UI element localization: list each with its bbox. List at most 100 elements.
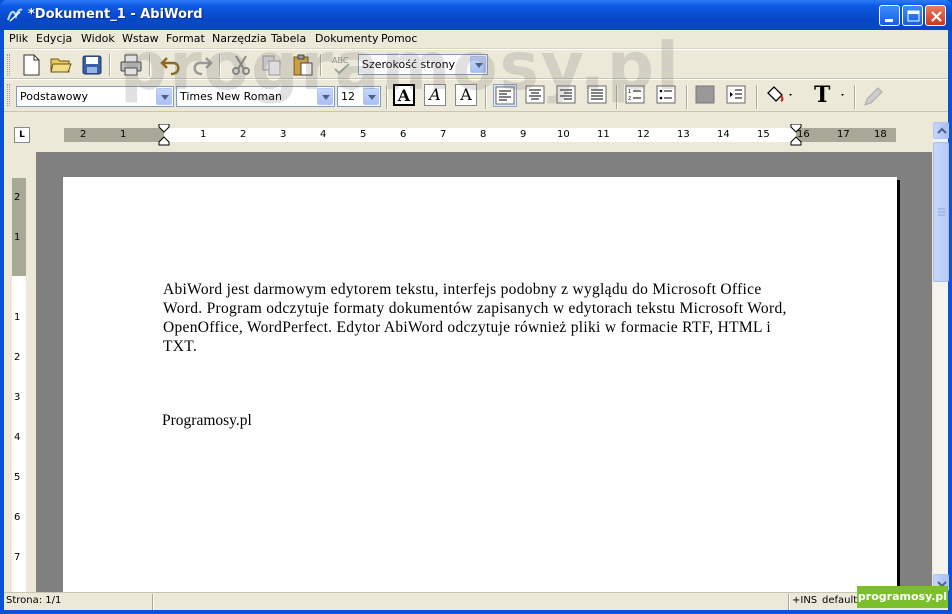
numbered-list-button[interactable]: 12 [624,84,648,107]
client-area: Plik Edycja Widok Wstaw Format Narzędzia… [4,30,949,610]
document-page[interactable]: AbiWord jest darmowym edytorem tekstu, i… [63,177,897,592]
save-icon[interactable] [80,53,104,77]
chevron-down-icon[interactable] [470,56,486,73]
ruler-number: 5 [360,129,367,140]
ruler-number: 2 [240,129,247,140]
italic-button[interactable]: A [424,84,446,106]
ruler-number: 6 [14,512,21,523]
ruler-number: 14 [717,129,730,140]
right-indent-marker[interactable] [789,124,803,146]
align-center-button[interactable] [524,84,548,107]
toolbar-separator [485,85,487,109]
align-justify-icon [587,85,607,104]
align-right-icon [556,85,576,104]
new-document-icon[interactable] [19,53,43,77]
close-icon [931,11,942,22]
ruler-number: 4 [320,129,327,140]
document-canvas[interactable]: AbiWord jest darmowym edytorem tekstu, i… [36,152,932,592]
font-size-select[interactable]: 12 [337,86,381,107]
scroll-up-button[interactable] [933,122,949,139]
svg-text:1: 1 [628,89,631,95]
left-indent-marker[interactable] [157,124,171,146]
undo-icon[interactable] [159,53,183,77]
menu-plik[interactable]: Plik [9,32,28,45]
ruler-number: 7 [440,129,447,140]
toolbar-separator [386,85,388,109]
ruler-number: 10 [557,129,570,140]
svg-text:ABC: ABC [332,56,349,65]
tab-stop-selector[interactable]: L [14,127,30,143]
spellcheck-icon[interactable]: ABC [330,53,354,77]
align-left-button[interactable] [493,84,517,107]
maximize-icon [907,10,920,22]
ruler-number: 7 [14,552,21,563]
status-bar: Strona: 1/1 +INS default [4,592,948,610]
svg-text:2: 2 [628,96,631,102]
toolbar-grip[interactable] [7,54,10,76]
align-right-button[interactable] [555,84,579,107]
toolbar-separator [686,85,688,109]
outdent-button[interactable] [694,84,718,107]
paste-icon[interactable] [291,53,315,77]
print-icon[interactable] [119,53,143,77]
ruler-number: 8 [480,129,487,140]
document-paragraph[interactable]: Programosy.pl [162,412,252,430]
highlight-color-button[interactable] [764,84,796,107]
language-indicator: default [822,595,858,606]
ruler-left-margin [64,128,164,142]
toolbar-separator [854,85,856,109]
ruler-number: 4 [14,432,21,443]
chevron-down-icon[interactable] [156,88,172,105]
redo-icon[interactable] [190,53,214,77]
pencil-icon[interactable] [861,85,885,109]
toolbar-separator [320,54,322,76]
chevron-down-icon[interactable] [363,88,379,105]
menu-wstaw[interactable]: Wstaw [122,32,159,45]
cut-icon[interactable] [229,53,253,77]
minimize-button[interactable] [879,5,900,26]
document-paragraph[interactable]: AbiWord jest darmowym edytorem tekstu, i… [163,280,793,356]
toolbar-separator [616,85,618,109]
ruler-number: 2 [14,192,21,203]
minimize-icon [885,19,893,22]
zoom-select[interactable]: Szerokość strony [358,54,488,75]
menu-narzedzia[interactable]: Narzędzia [212,32,267,45]
standard-toolbar: ABC Szerokość strony [4,49,948,79]
chevron-up-icon [937,127,947,134]
bullet-list-button[interactable] [655,84,679,107]
chevron-down-icon [841,94,844,96]
status-divider [152,594,154,610]
title-bar[interactable]: *Dokument_1 - AbiWord [0,0,952,30]
ruler-number: 18 [874,129,887,140]
ruler-number: 1 [120,129,127,140]
horizontal-ruler[interactable]: 2 1 1 2 3 4 5 6 7 8 9 10 11 12 13 14 15 … [64,124,896,146]
menu-format[interactable]: Format [166,32,205,45]
format-toolbar: Podstawowy Times New Roman 12 A A A 1 2 … [4,79,948,112]
text-color-button[interactable]: T [808,82,848,108]
indent-button[interactable] [725,84,749,107]
scroll-thumb[interactable] [933,142,949,282]
copy-icon[interactable] [260,53,284,77]
style-select[interactable]: Podstawowy [16,86,174,107]
paint-bucket-icon [767,86,792,102]
font-value: Times New Roman [180,90,282,103]
font-select[interactable]: Times New Roman [176,86,335,107]
horizontal-ruler-area: L 2 1 1 2 3 4 5 6 7 8 9 10 11 12 13 14 1… [4,122,932,146]
chevron-down-icon[interactable] [317,88,333,105]
underline-button[interactable]: A [455,84,477,106]
menu-tabela[interactable]: Tabela [271,32,306,45]
ruler-number: 5 [14,472,21,483]
align-justify-button[interactable] [586,84,610,107]
menu-dokumenty[interactable]: Dokumenty [315,32,378,45]
menu-widok[interactable]: Widok [81,32,115,45]
bold-button[interactable]: A [393,84,415,106]
close-button[interactable] [925,5,946,26]
menu-pomoc[interactable]: Pomoc [381,32,417,45]
menu-edycja[interactable]: Edycja [36,32,72,45]
ruler-number: 6 [400,129,407,140]
open-folder-icon[interactable] [49,53,73,77]
maximize-button[interactable] [902,5,923,26]
toolbar-grip[interactable] [7,84,10,106]
vertical-ruler[interactable]: 2 1 1 2 3 4 5 6 7 [12,178,26,594]
vertical-scrollbar[interactable] [932,122,949,592]
